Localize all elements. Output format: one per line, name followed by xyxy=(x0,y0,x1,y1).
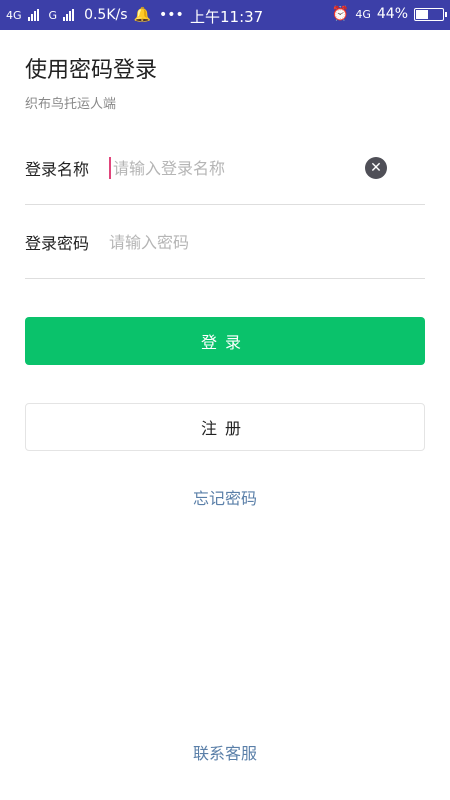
username-row: 登录名称 ✕ xyxy=(25,143,425,193)
alarm-icon: ⏰ xyxy=(331,6,350,22)
network-type-1: 4G xyxy=(6,8,22,22)
status-bar-right: ⏰ 4G 44% xyxy=(331,6,447,22)
password-divider xyxy=(25,278,425,279)
qq-icon: 🔔 xyxy=(133,7,151,23)
password-row: 登录密码 xyxy=(25,217,425,267)
network-speed: 0.5K/s xyxy=(84,7,128,23)
battery-icon xyxy=(414,7,447,21)
battery-percent: 44% xyxy=(376,6,408,22)
username-divider xyxy=(25,204,425,205)
status-time: 上午11:37 xyxy=(190,8,264,26)
page-title: 使用密码登录 xyxy=(25,58,158,83)
text-cursor xyxy=(109,157,111,179)
page-subtitle: 织布鸟托运人端 xyxy=(25,97,117,112)
password-input[interactable] xyxy=(109,232,359,252)
more-dots: ••• xyxy=(158,7,184,23)
register-button[interactable]: 注册 xyxy=(25,403,425,451)
status-bar: 4G G 0.5K/s 🔔 ••• 上午11:37 ⏰ 4G 44% xyxy=(0,0,450,30)
clear-icon[interactable]: ✕ xyxy=(365,157,387,179)
contact-support-link[interactable]: 联系客服 xyxy=(0,740,450,764)
forgot-password-link[interactable]: 忘记密码 xyxy=(0,485,450,509)
username-input[interactable] xyxy=(113,158,363,178)
login-button[interactable]: 登录 xyxy=(25,317,425,365)
network-type-3: 4G xyxy=(355,7,371,21)
status-bar-left: 4G G 0.5K/s 🔔 ••• xyxy=(6,7,184,23)
network-type-2: G xyxy=(48,8,58,22)
username-label: 登录名称 xyxy=(25,160,90,179)
signal-icon-2 xyxy=(63,9,75,21)
password-label: 登录密码 xyxy=(25,234,90,253)
signal-icon xyxy=(27,9,39,21)
